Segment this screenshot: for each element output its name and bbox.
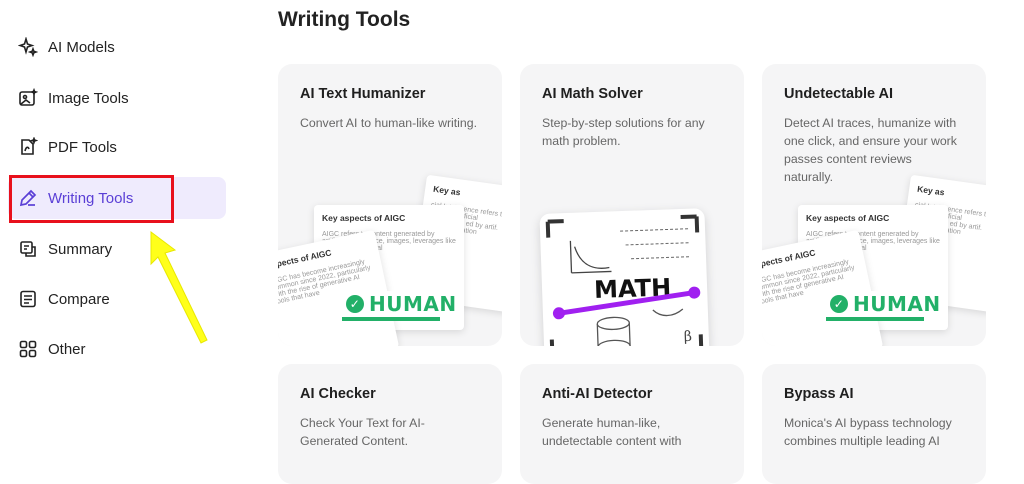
sidebar-item-label: Writing Tools (48, 189, 134, 207)
paper-heading: Key as (916, 183, 946, 198)
sidebar-item-image-tools[interactable]: Image Tools (8, 77, 226, 119)
sidebar-item-ai-models[interactable]: AI Models (8, 26, 226, 68)
sidebar-item-label: Summary (48, 240, 113, 258)
tool-card-undetectable-ai[interactable]: Undetectable AI Detect AI traces, humani… (762, 64, 986, 346)
sidebar-item-label: Other (48, 340, 86, 358)
sidebar-item-writing-tools[interactable]: Writing Tools (8, 177, 226, 219)
card-description: Step-by-step solutions for any math prob… (542, 116, 705, 148)
badge-underline (826, 317, 924, 321)
sidebar: AI Models Image Tools PDF Tools Writing … (0, 0, 240, 452)
card-description: Monica's AI bypass technology combines m… (784, 416, 952, 448)
card-description: Check Your Text for AI-Generated Content… (300, 416, 425, 448)
pen-icon (18, 188, 38, 208)
card-title: AI Math Solver (542, 86, 643, 102)
sidebar-item-other[interactable]: Other (8, 328, 226, 370)
human-badge: ✓ HUMAN (342, 291, 461, 317)
paper-heading: Key aspects of AIGC (322, 213, 406, 223)
paper-heading: Key as (432, 183, 462, 198)
card-description: Convert AI to human-like writing. (300, 116, 478, 130)
sidebar-item-label: AI Models (48, 38, 115, 56)
math-worksheet: β MATH (539, 208, 710, 346)
card-title: AI Text Humanizer (300, 86, 426, 102)
human-badge: ✓ HUMAN (826, 291, 945, 317)
card-title: Undetectable AI (784, 86, 894, 102)
sidebar-item-label: Compare (48, 290, 110, 308)
card-title: Bypass AI (784, 386, 854, 402)
card-title: Anti-AI Detector (542, 386, 653, 402)
tool-card-ai-checker[interactable]: AI Checker Check Your Text for AI-Genera… (278, 364, 502, 484)
tool-card-bypass-ai[interactable]: Bypass AI Monica's AI bypass technology … (762, 364, 986, 484)
tool-card-ai-text-humanizer[interactable]: AI Text Humanizer Convert AI to human-li… (278, 64, 502, 346)
paper-heading: Key aspects of AIGC (806, 213, 890, 223)
sidebar-item-label: PDF Tools (48, 138, 117, 156)
card-description: Detect AI traces, humanize with one clic… (784, 116, 957, 184)
sidebar-item-pdf-tools[interactable]: PDF Tools (8, 126, 226, 168)
sidebar-item-compare[interactable]: Compare (8, 278, 226, 320)
humanizer-illustration: Key as cial Intelligence refers to any c… (278, 174, 502, 346)
sparkle-icon (18, 37, 38, 57)
math-scribbles: β MATH (545, 214, 704, 346)
math-illustration: β MATH (520, 181, 744, 346)
grid-icon (18, 339, 38, 359)
card-title: AI Checker (300, 386, 376, 402)
page-title: Writing Tools (278, 8, 411, 31)
badge-underline (342, 317, 440, 321)
human-badge-label: HUMAN (853, 292, 941, 316)
pdf-icon (18, 137, 38, 157)
check-icon: ✓ (830, 295, 848, 313)
check-icon: ✓ (346, 295, 364, 313)
image-icon (18, 88, 38, 108)
tool-card-anti-ai-detector[interactable]: Anti-AI Detector Generate human-like, un… (520, 364, 744, 484)
human-badge-label: HUMAN (369, 292, 457, 316)
sidebar-item-label: Image Tools (48, 89, 129, 107)
card-description: Generate human-like, undetectable conten… (542, 416, 682, 448)
summary-icon (18, 239, 38, 259)
humanizer-illustration: Key as cial Intelligence refers to any c… (762, 174, 986, 346)
svg-text:β: β (684, 329, 693, 345)
sidebar-item-summary[interactable]: Summary (8, 228, 226, 270)
tool-card-ai-math-solver[interactable]: AI Math Solver Step-by-step solutions fo… (520, 64, 744, 346)
compare-icon (18, 289, 38, 309)
